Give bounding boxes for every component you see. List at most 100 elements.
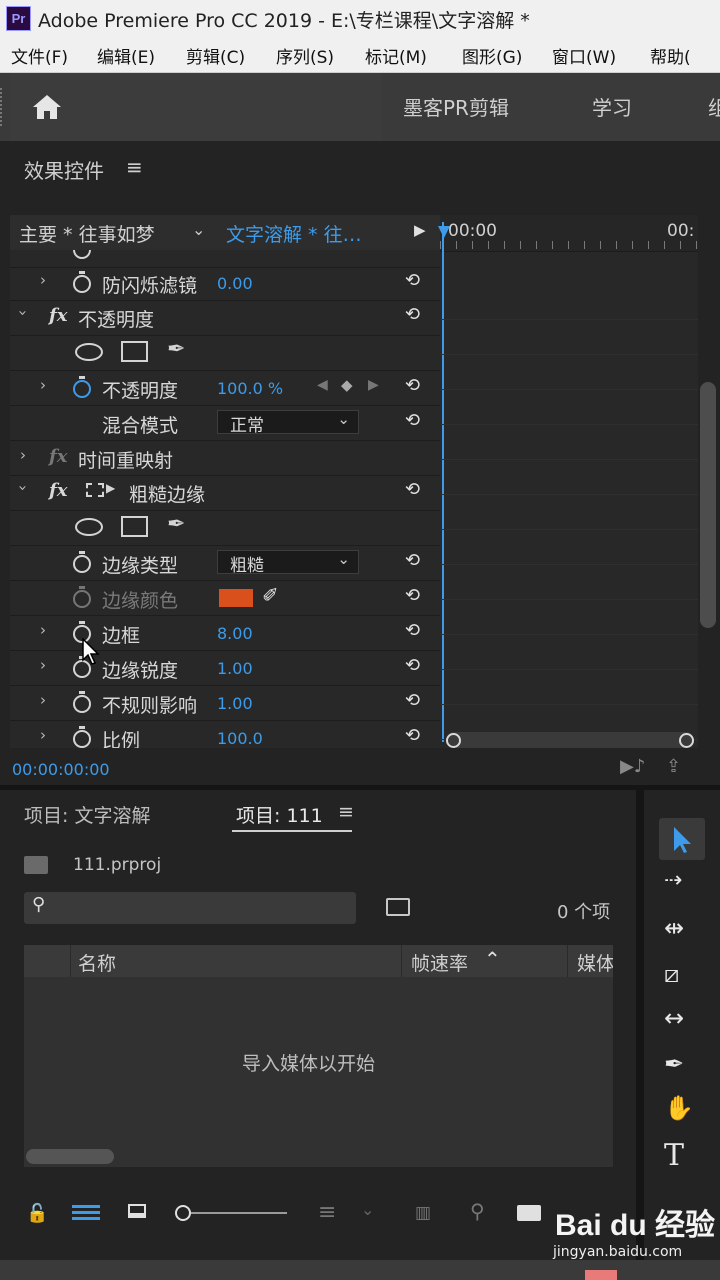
- type-tool-icon[interactable]: T: [664, 1138, 684, 1173]
- menu-graphics[interactable]: 图形(G): [462, 43, 522, 68]
- sequence-clip-label[interactable]: 文字溶解 * 往…: [226, 220, 362, 247]
- menu-file[interactable]: 文件(F): [11, 43, 68, 68]
- zoom-slider-track[interactable]: [191, 1212, 287, 1214]
- stopwatch-icon[interactable]: [73, 726, 91, 748]
- horizontal-scrollbar-thumb[interactable]: [26, 1149, 114, 1164]
- playhead-handle[interactable]: [438, 226, 450, 238]
- slip-tool-icon[interactable]: ↔: [664, 1004, 684, 1032]
- border-value[interactable]: 8.00: [217, 624, 253, 643]
- scrollbar-thumb[interactable]: [700, 382, 716, 628]
- stopwatch-icon[interactable]: [73, 271, 91, 293]
- project-table-body[interactable]: 导入媒体以开始: [24, 977, 613, 1167]
- icon-view-icon[interactable]: [128, 1204, 146, 1218]
- reset-icon[interactable]: ⟲: [405, 690, 420, 711]
- rectangle-mask-icon[interactable]: [121, 341, 148, 362]
- workspace-tab-moke[interactable]: 墨客PR剪辑: [403, 92, 509, 121]
- reset-icon[interactable]: ⟲: [405, 410, 420, 431]
- scale-value[interactable]: 100.0: [217, 729, 263, 748]
- menu-sequence[interactable]: 序列(S): [276, 43, 334, 68]
- stopwatch-icon[interactable]: [73, 250, 91, 259]
- reset-icon[interactable]: ⟲: [405, 725, 420, 746]
- prev-keyframe-icon[interactable]: ◀: [317, 377, 328, 393]
- ellipse-mask-icon[interactable]: [75, 343, 103, 361]
- reset-icon[interactable]: ⟲: [405, 655, 420, 676]
- chevron-down-icon[interactable]: ›: [14, 310, 32, 316]
- chevron-right-icon[interactable]: ›: [40, 376, 46, 394]
- panel-menu-icon[interactable]: ≡: [126, 155, 143, 179]
- workspace-tab-more[interactable]: 组: [708, 92, 720, 121]
- pen-mask-icon[interactable]: ✒: [167, 337, 185, 362]
- column-name[interactable]: 名称: [78, 949, 116, 976]
- home-icon[interactable]: [31, 93, 63, 121]
- play-only-icon[interactable]: ▶: [414, 221, 426, 239]
- timeline-ruler[interactable]: 00:00 00:: [440, 215, 698, 252]
- color-swatch[interactable]: [219, 589, 253, 607]
- panel-title[interactable]: 效果控件: [24, 155, 104, 184]
- chevron-right-icon[interactable]: ›: [40, 271, 46, 289]
- current-timecode[interactable]: 00:00:00:00: [12, 760, 110, 779]
- export-icon[interactable]: ⇪: [666, 756, 681, 777]
- edge-type-dropdown[interactable]: 粗糙 ⌄: [217, 550, 359, 576]
- track-select-tool-icon[interactable]: ⇢: [664, 868, 682, 893]
- reset-icon[interactable]: ⟲: [405, 620, 420, 641]
- reset-icon[interactable]: ⟲: [405, 375, 420, 396]
- chevron-right-icon[interactable]: ›: [40, 691, 46, 709]
- automate-to-sequence-icon[interactable]: ▥: [415, 1203, 431, 1223]
- fx-icon[interactable]: fx: [49, 480, 67, 501]
- menu-edit[interactable]: 编辑(E): [97, 43, 155, 68]
- tab-project-111[interactable]: 项目: 111: [236, 801, 323, 828]
- razor-tool-icon[interactable]: ⧄: [664, 960, 679, 988]
- menu-marker[interactable]: 标记(M): [365, 43, 427, 68]
- add-keyframe-icon[interactable]: ◆: [341, 376, 353, 394]
- chevron-right-icon[interactable]: ›: [40, 726, 46, 744]
- chevron-down-icon[interactable]: ⌄: [361, 1200, 374, 1219]
- chevron-right-icon[interactable]: ›: [40, 621, 46, 639]
- zoom-handle-right[interactable]: [679, 733, 694, 748]
- pen-tool-icon[interactable]: ✒: [664, 1050, 684, 1078]
- reset-icon[interactable]: ⟲: [405, 479, 420, 500]
- ellipse-mask-icon[interactable]: [75, 518, 103, 536]
- chevron-down-icon[interactable]: ›: [14, 485, 32, 491]
- pen-mask-icon[interactable]: ✒: [167, 512, 185, 537]
- stopwatch-icon[interactable]: [73, 586, 91, 608]
- reset-icon[interactable]: ⟲: [405, 270, 420, 291]
- chevron-right-icon[interactable]: ›: [20, 446, 26, 464]
- rectangle-mask-icon[interactable]: [121, 516, 148, 537]
- workspace-tab-learn[interactable]: 学习: [592, 92, 632, 121]
- panel-menu-icon[interactable]: ≡: [338, 801, 354, 823]
- selection-tool-icon[interactable]: [672, 825, 694, 855]
- chevron-right-icon[interactable]: ›: [40, 250, 46, 255]
- anti-flicker-value[interactable]: 0.00: [217, 274, 253, 293]
- irregular-influence-value[interactable]: 1.00: [217, 694, 253, 713]
- panel-grip[interactable]: [0, 88, 7, 126]
- reset-icon[interactable]: ⟲: [405, 304, 420, 325]
- menu-help[interactable]: 帮助(: [650, 43, 691, 68]
- find-icon[interactable]: ⚲: [470, 1199, 485, 1223]
- zoom-handle-left[interactable]: [446, 733, 461, 748]
- menu-window[interactable]: 窗口(W): [552, 43, 616, 68]
- stopwatch-icon[interactable]: [73, 551, 91, 573]
- eyedropper-icon[interactable]: ✐: [262, 583, 279, 607]
- chevron-down-icon[interactable]: ⌄: [192, 220, 205, 239]
- zoom-slider-handle[interactable]: [175, 1205, 191, 1221]
- lock-icon[interactable]: 🔓: [26, 1203, 48, 1224]
- search-input[interactable]: ⚲: [24, 892, 356, 924]
- blend-mode-dropdown[interactable]: 正常 ⌄: [217, 410, 359, 436]
- list-view-icon[interactable]: [72, 1205, 100, 1221]
- stopwatch-active-icon[interactable]: [73, 376, 91, 398]
- next-keyframe-icon[interactable]: ▶: [368, 377, 379, 393]
- stopwatch-icon[interactable]: [73, 691, 91, 713]
- fx-icon[interactable]: fx: [49, 305, 67, 326]
- edge-sharpness-value[interactable]: 1.00: [217, 659, 253, 678]
- reset-icon[interactable]: ⟲: [405, 585, 420, 606]
- new-bin-icon[interactable]: [517, 1205, 541, 1221]
- tab-project-dissolve[interactable]: 项目: 文字溶解: [24, 801, 150, 828]
- menu-clip[interactable]: 剪辑(C): [186, 43, 245, 68]
- zoom-scrollbar[interactable]: [446, 732, 694, 748]
- master-clip-label[interactable]: 主要 * 往事如梦: [19, 220, 155, 247]
- new-bin-search-icon[interactable]: [386, 898, 410, 916]
- chevron-right-icon[interactable]: ›: [40, 656, 46, 674]
- opacity-value[interactable]: 100.0 %: [217, 379, 283, 398]
- reset-icon[interactable]: ⟲: [405, 550, 420, 571]
- sort-ascending-icon[interactable]: ⌃: [484, 947, 501, 971]
